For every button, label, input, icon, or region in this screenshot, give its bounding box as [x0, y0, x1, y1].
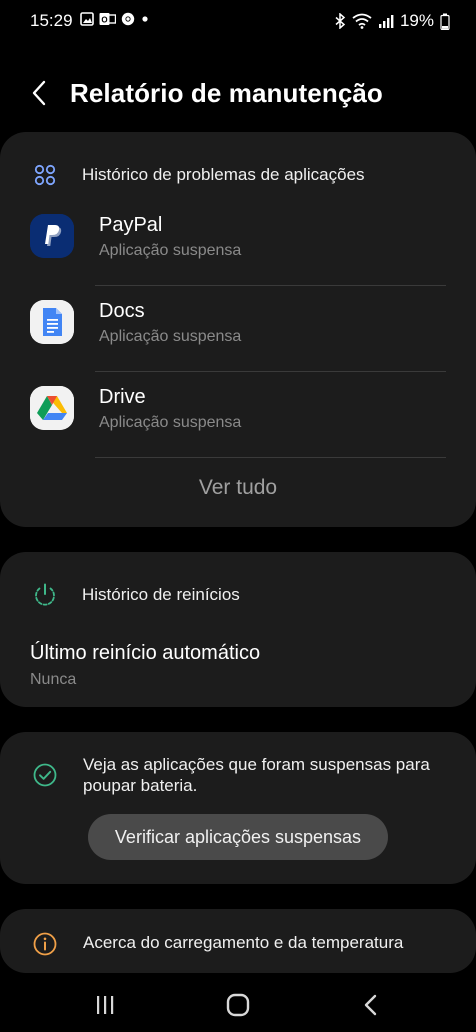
signal-icon — [378, 15, 394, 28]
nav-back-icon — [364, 994, 377, 1016]
suspended-apps-card: Veja as aplicações que foram suspensas p… — [0, 732, 476, 884]
app-name: Drive — [99, 386, 146, 408]
divider — [95, 457, 446, 458]
apps-grid-icon — [34, 164, 56, 186]
home-button[interactable] — [223, 990, 253, 1020]
recent-apps-button[interactable] — [90, 990, 120, 1020]
last-auto-restart-value: Nunca — [30, 671, 77, 688]
app-problems-title: Histórico de problemas de aplicações — [82, 165, 365, 184]
chrome-icon — [121, 12, 135, 26]
check-circle-icon — [33, 763, 57, 787]
restart-history-header: Histórico de reinícios — [30, 580, 240, 610]
check-suspended-apps-button[interactable]: Verificar aplicações suspensas — [88, 814, 388, 860]
see-all-button[interactable]: Ver tudo — [0, 476, 476, 500]
drive-icon — [30, 386, 74, 430]
battery-icon — [440, 13, 450, 30]
back-button[interactable] — [26, 78, 56, 108]
back-arrow-icon — [32, 80, 46, 106]
status-time: 15:29 — [30, 11, 73, 30]
svg-text:O: O — [101, 16, 107, 25]
info-icon — [33, 932, 57, 956]
app-problems-header: Histórico de problemas de aplicações — [30, 160, 365, 190]
restart-icon — [35, 583, 55, 606]
charging-info-text: Acerca do carregamento e da temperatura — [83, 933, 404, 952]
charging-info-card[interactable]: Acerca do carregamento e da temperatura — [0, 909, 476, 973]
dot-icon — [142, 16, 148, 22]
header: Relatório de manutenção — [0, 72, 476, 116]
suspended-info-text: Veja as aplicações que foram suspensas p… — [83, 755, 430, 795]
outlook-icon: O — [99, 13, 116, 25]
paypal-icon — [30, 214, 74, 258]
status-bar: 15:29 O 19% — [0, 0, 476, 40]
last-auto-restart-label[interactable]: Último reinício automático — [30, 642, 260, 665]
image-icon — [80, 12, 94, 26]
app-row-paypal[interactable]: PayPal Aplicação suspensa — [0, 200, 476, 286]
wifi-icon — [352, 13, 372, 29]
navigation-bar — [0, 978, 476, 1032]
app-status: Aplicação suspensa — [99, 414, 242, 431]
bluetooth-icon — [335, 13, 346, 29]
app-row-drive[interactable]: Drive Aplicação suspensa — [0, 372, 476, 458]
app-row-docs[interactable]: Docs Aplicação suspensa — [0, 286, 476, 372]
recent-apps-icon — [97, 996, 114, 1014]
app-name: Docs — [99, 300, 145, 322]
docs-icon — [30, 300, 74, 344]
nav-back-button[interactable] — [356, 990, 386, 1020]
home-icon — [226, 993, 250, 1017]
app-problems-card: Histórico de problemas de aplicações Pay… — [0, 132, 476, 527]
app-status: Aplicação suspensa — [99, 328, 242, 345]
restart-history-card: Histórico de reinícios Último reinício a… — [0, 552, 476, 707]
page-title: Relatório de manutenção — [70, 78, 383, 108]
app-name: PayPal — [99, 214, 163, 236]
restart-history-title: Histórico de reinícios — [82, 585, 240, 604]
app-status: Aplicação suspensa — [99, 242, 242, 259]
battery-percent: 19% — [399, 11, 434, 30]
